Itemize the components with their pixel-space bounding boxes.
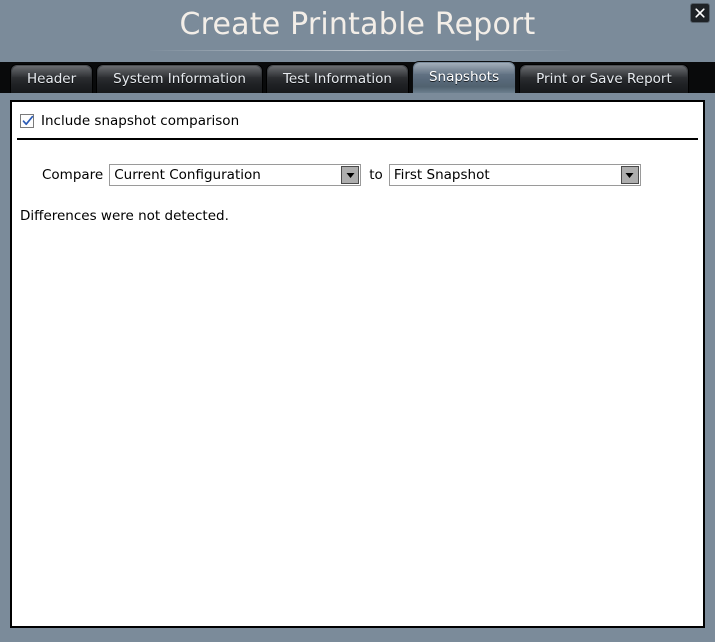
create-printable-report-window: Create Printable Report Header System In…: [0, 0, 715, 642]
compare-row: Compare Current Configuration to First S…: [12, 164, 703, 186]
include-snapshot-comparison-checkbox[interactable]: [20, 114, 34, 128]
title-divider: [150, 50, 570, 51]
chevron-down-icon[interactable]: [341, 166, 360, 184]
tab-header[interactable]: Header: [10, 64, 94, 93]
compare-label: Compare: [42, 167, 104, 183]
window-titlebar: Create Printable Report: [0, 0, 715, 62]
tab-strip: Header System Information Test Informati…: [0, 61, 715, 93]
close-button[interactable]: [690, 3, 710, 23]
tab-print-or-save-report[interactable]: Print or Save Report: [519, 64, 689, 93]
snapshots-panel: Include snapshot comparison Compare Curr…: [10, 100, 705, 628]
compare-source-dropdown[interactable]: Current Configuration: [109, 164, 362, 186]
include-snapshot-comparison-row: Include snapshot comparison: [20, 111, 703, 131]
compare-source-value: Current Configuration: [114, 167, 261, 183]
window-title: Create Printable Report: [179, 7, 536, 42]
comparison-status-text: Differences were not detected.: [20, 208, 229, 224]
tab-snapshots[interactable]: Snapshots: [411, 61, 517, 93]
include-snapshot-comparison-label: Include snapshot comparison: [41, 113, 240, 129]
tab-test-information[interactable]: Test Information: [265, 64, 409, 93]
section-divider: [17, 138, 698, 140]
close-x-icon: [694, 7, 706, 19]
tab-system-information[interactable]: System Information: [96, 64, 263, 93]
compare-to-label: to: [369, 167, 383, 183]
compare-target-dropdown[interactable]: First Snapshot: [388, 164, 641, 186]
chevron-down-icon[interactable]: [620, 166, 639, 184]
compare-target-value: First Snapshot: [393, 167, 490, 183]
